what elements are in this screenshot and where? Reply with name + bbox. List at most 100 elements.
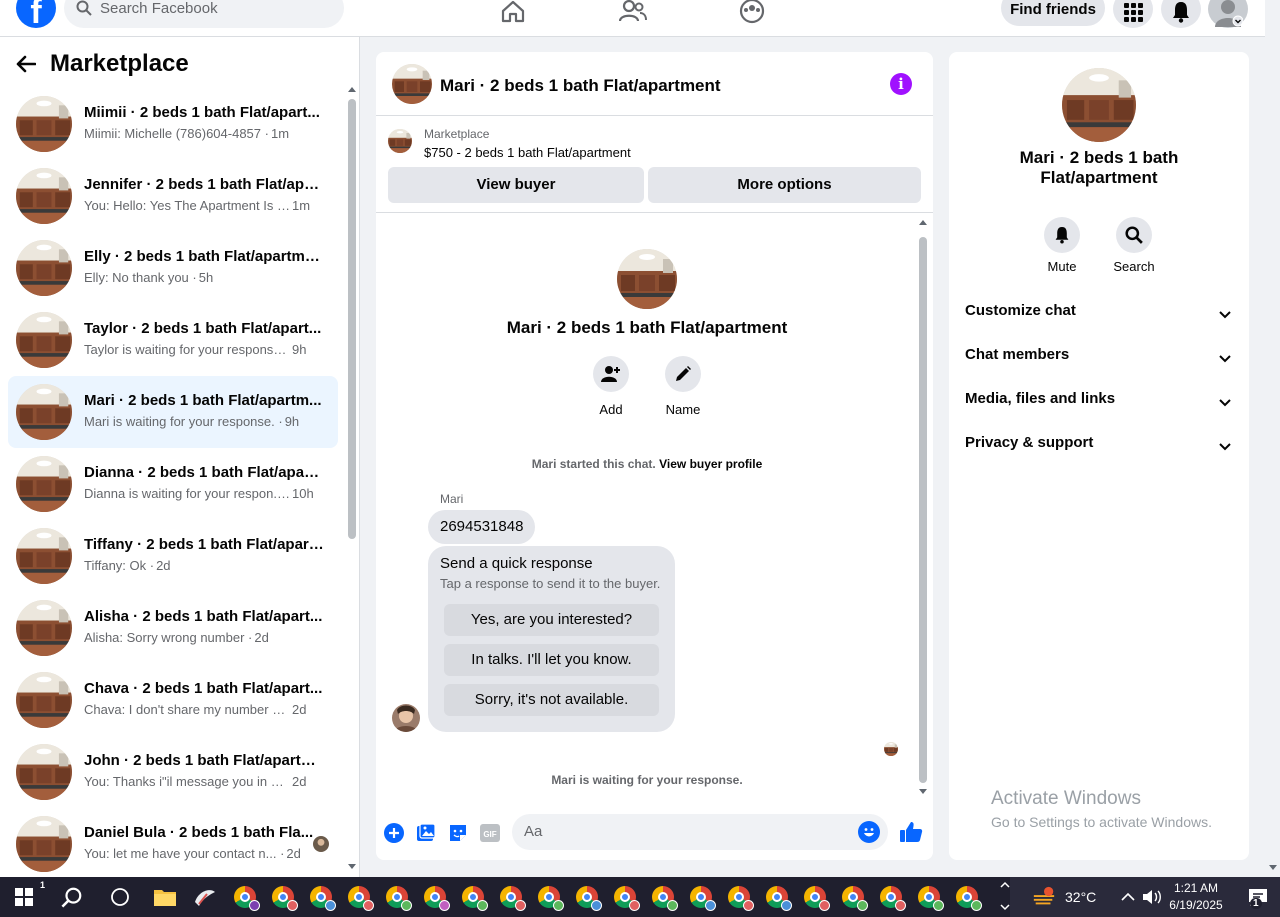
chat-scroll-thumb[interactable] xyxy=(919,237,927,783)
chat-header-avatar[interactable] xyxy=(392,64,432,104)
emoji-icon[interactable] xyxy=(858,821,880,843)
add-people-action[interactable]: Add xyxy=(581,356,641,417)
page-scroll-down-icon[interactable] xyxy=(1269,865,1277,870)
facebook-logo[interactable]: f xyxy=(16,0,56,28)
photo-icon[interactable] xyxy=(415,822,437,844)
chevron-up-icon[interactable] xyxy=(1116,885,1140,909)
chrome-browser-icon[interactable] xyxy=(499,885,526,911)
chrome-browser-icon[interactable] xyxy=(727,885,754,911)
conversation-avatar[interactable] xyxy=(16,600,72,656)
quick-response-option[interactable]: In talks. I'll let you know. xyxy=(444,644,659,676)
chrome-browser-icon[interactable] xyxy=(917,885,944,911)
notifications-bell-icon[interactable] xyxy=(1161,0,1201,28)
chrome-browser-icon[interactable] xyxy=(233,885,260,911)
chrome-browser-icon[interactable] xyxy=(879,885,906,911)
chrome-browser-icon[interactable] xyxy=(765,885,792,911)
search-in-chat-action[interactable]: Search xyxy=(1102,217,1166,274)
conversation-item[interactable]: Alisha · 2 beds 1 bath Flat/apart... Alis… xyxy=(8,592,338,664)
add-person-icon[interactable] xyxy=(593,356,629,392)
conversation-avatar[interactable] xyxy=(16,816,72,872)
customize-chat-section[interactable]: Customize chat xyxy=(965,302,1235,326)
conversation-item[interactable]: Elly · 2 beds 1 bath Flat/apartment Elly:… xyxy=(8,232,338,304)
magnifier-icon[interactable] xyxy=(1116,217,1152,253)
scroll-down-arrow-icon[interactable] xyxy=(348,864,356,869)
chrome-browser-icon[interactable] xyxy=(689,885,716,911)
chat-scroll-up-icon[interactable] xyxy=(919,220,927,225)
task-view-icon[interactable] xyxy=(108,885,132,909)
listing-price-title[interactable]: $750 - 2 beds 1 bath Flat/apartment xyxy=(424,145,631,160)
clock[interactable]: 1:21 AM 6/19/2025 xyxy=(1163,880,1229,914)
chevron-down-icon[interactable] xyxy=(1219,350,1231,367)
chevron-down-icon[interactable] xyxy=(1219,394,1231,411)
conversation-avatar[interactable] xyxy=(16,744,72,800)
scroll-up-arrow-icon[interactable] xyxy=(348,87,356,92)
conversation-avatar[interactable] xyxy=(16,456,72,512)
chat-scroll-down-icon[interactable] xyxy=(919,789,927,794)
volume-icon[interactable] xyxy=(1140,885,1164,909)
pencil-icon[interactable] xyxy=(665,356,701,392)
conversation-item[interactable]: John · 2 beds 1 bath Flat/apartm... You: … xyxy=(8,736,338,808)
chat-scrollbar[interactable] xyxy=(918,220,928,796)
quick-response-option[interactable]: Sorry, it's not available. xyxy=(444,684,659,716)
conversation-avatar[interactable] xyxy=(16,384,72,440)
message-input[interactable]: Aa xyxy=(512,814,888,850)
conversation-item[interactable]: Taylor · 2 beds 1 bath Flat/apart... Tayl… xyxy=(8,304,338,376)
friends-icon[interactable] xyxy=(618,0,648,26)
file-explorer-icon[interactable] xyxy=(153,885,177,909)
chrome-browser-icon[interactable] xyxy=(651,885,678,911)
conversation-item[interactable]: Mari · 2 beds 1 bath Flat/apartm... Mari … xyxy=(8,376,338,448)
chrome-browser-icon[interactable] xyxy=(841,885,868,911)
chevron-down-icon[interactable] xyxy=(1219,306,1231,323)
conversation-avatar[interactable] xyxy=(16,240,72,296)
profile-avatar-icon[interactable] xyxy=(1208,0,1248,28)
chrome-browser-icon[interactable] xyxy=(575,885,602,911)
conversation-avatar[interactable] xyxy=(16,96,72,152)
groups-icon[interactable] xyxy=(737,0,767,26)
sticker-icon[interactable] xyxy=(447,822,469,844)
like-thumbs-up-icon[interactable] xyxy=(899,820,923,844)
plus-icon[interactable] xyxy=(383,822,405,844)
chat-header-title[interactable]: Mari · 2 beds 1 bath Flat/apartment xyxy=(440,76,721,96)
listing-thumbnail[interactable] xyxy=(388,129,412,153)
back-arrow-icon[interactable] xyxy=(16,55,36,73)
name-chat-action[interactable]: Name xyxy=(653,356,713,417)
chrome-browser-icon[interactable] xyxy=(613,885,640,911)
chat-members-section[interactable]: Chat members xyxy=(965,346,1235,370)
chrome-browser-icon[interactable] xyxy=(537,885,564,911)
quick-response-option[interactable]: Yes, are you interested? xyxy=(444,604,659,636)
chrome-browser-icon[interactable] xyxy=(385,885,412,911)
message-bubble[interactable]: 2694531848 xyxy=(428,510,536,544)
conversation-avatar[interactable] xyxy=(16,672,72,728)
chrome-browser-icon[interactable] xyxy=(347,885,374,911)
buyer-avatar-large[interactable] xyxy=(617,249,677,309)
app-icon[interactable] xyxy=(193,885,217,909)
sidebar-scrollbar[interactable] xyxy=(347,87,357,877)
details-avatar[interactable] xyxy=(1062,68,1136,142)
privacy-support-section[interactable]: Privacy & support xyxy=(965,434,1235,458)
sender-avatar[interactable] xyxy=(392,704,420,732)
conversation-item[interactable]: Chava · 2 beds 1 bath Flat/apart... Chava… xyxy=(8,664,338,736)
conversation-avatar[interactable] xyxy=(16,312,72,368)
gif-icon[interactable]: GIF xyxy=(479,822,501,844)
conversation-item[interactable]: Miimii · 2 beds 1 bath Flat/apart... Miim… xyxy=(8,88,338,160)
sidebar-scroll-thumb[interactable] xyxy=(348,99,356,539)
find-friends-button[interactable]: Find friends xyxy=(1001,0,1105,26)
chrome-browser-icon[interactable] xyxy=(309,885,336,911)
search-facebook-input[interactable]: Search Facebook xyxy=(64,0,344,28)
mute-action[interactable]: Mute xyxy=(1030,217,1094,274)
windows-start-icon[interactable] xyxy=(12,885,36,909)
mute-bell-icon[interactable] xyxy=(1044,217,1080,253)
chrome-browser-icon[interactable] xyxy=(461,885,488,911)
more-options-button[interactable]: More options xyxy=(648,167,921,203)
chrome-browser-icon[interactable] xyxy=(423,885,450,911)
chrome-browser-icon[interactable] xyxy=(955,885,982,911)
weather-icon[interactable] xyxy=(1032,885,1056,909)
chrome-browser-icon[interactable] xyxy=(803,885,830,911)
view-buyer-profile-link[interactable]: View buyer profile xyxy=(659,457,762,471)
conversation-avatar[interactable] xyxy=(16,168,72,224)
conversation-item[interactable]: Daniel Bula · 2 beds 1 bath Fla... You: l… xyxy=(8,808,338,880)
menu-grid-icon[interactable] xyxy=(1113,0,1153,28)
chevron-down-icon[interactable] xyxy=(1219,438,1231,455)
conversation-item[interactable]: Tiffany · 2 beds 1 bath Flat/apart... Tif… xyxy=(8,520,338,592)
view-buyer-button[interactable]: View buyer xyxy=(388,167,644,203)
